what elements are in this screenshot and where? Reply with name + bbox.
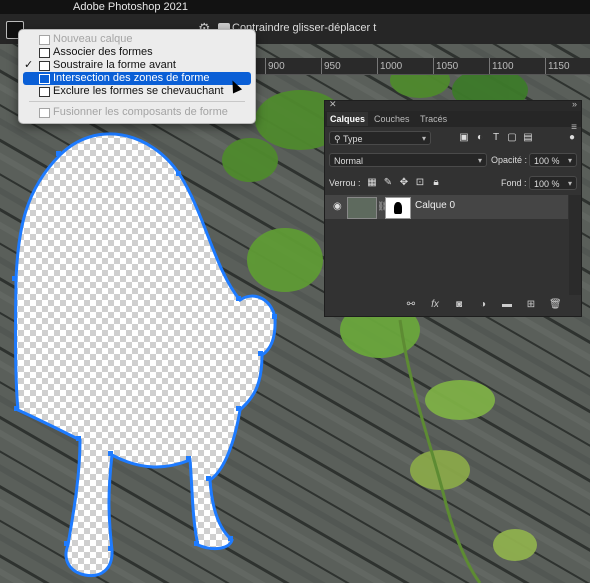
menu-item-intersect-shape-areas[interactable]: Intersection des zones de forme	[23, 72, 251, 85]
layer-name[interactable]: Calque 0	[415, 200, 455, 211]
link-layers-icon[interactable]: ⚯	[405, 299, 417, 311]
lock-position-icon[interactable]: ✥	[399, 178, 409, 188]
path-operations-menu: Nouveau calque Associer des formes ✓ Sou…	[18, 29, 256, 124]
layers-scrollbar[interactable]	[569, 195, 581, 295]
opacity-field[interactable]: 100 % ▾	[529, 153, 577, 167]
subtract-shape-icon	[39, 61, 50, 71]
pixel-filter-icon[interactable]: ▣	[459, 133, 469, 143]
new-layer-icon	[39, 35, 50, 45]
close-icon[interactable]: ✕	[329, 99, 337, 110]
layers-bottom-bar: ⚯ fx ◙ ◑ ▬ ⊞ 🗑︎	[325, 294, 581, 316]
lock-transparent-icon[interactable]: ▦	[367, 178, 377, 188]
panel-tabs: Calques Couches Tracés ≡	[325, 111, 581, 133]
lock-artboard-icon[interactable]: ⊡	[415, 178, 425, 188]
type-filter-icon[interactable]: T	[491, 133, 501, 143]
ruler-tick: 1100	[492, 61, 514, 72]
chevron-down-icon: ▾	[567, 179, 572, 188]
menu-item-new-layer[interactable]: Nouveau calque	[23, 33, 251, 46]
adjustment-layer-icon[interactable]: ◑	[477, 299, 489, 311]
menu-item-subtract-front-shape[interactable]: ✓ Soustraire la forme avant	[23, 59, 251, 72]
checkmark-icon: ✓	[24, 59, 34, 71]
blend-mode-select[interactable]: Normal ▾	[329, 153, 487, 167]
ruler-tick: 1150	[548, 61, 570, 72]
filter-label: Type	[342, 134, 363, 144]
visibility-eye-icon[interactable]: ◉	[333, 201, 342, 212]
vector-mask-thumbnail[interactable]	[385, 197, 411, 219]
add-mask-icon[interactable]: ◙	[453, 299, 465, 311]
smart-object-filter-icon[interactable]: ▤	[523, 133, 533, 143]
shape-filter-icon[interactable]: ▢	[507, 133, 517, 143]
chevron-down-icon: ▾	[421, 134, 426, 143]
exclude-shape-icon	[39, 87, 50, 97]
merge-components-icon	[39, 108, 50, 118]
lock-pixels-icon[interactable]: ✎	[383, 178, 393, 188]
adjustment-filter-icon[interactable]: ◐	[475, 133, 485, 143]
app-title: Adobe Photoshop 2021	[73, 1, 188, 13]
horizontal-ruler: 900 950 1000 1050 1100 1150	[255, 58, 590, 75]
tab-paths[interactable]: Tracés	[417, 112, 450, 126]
panel-header: ✕ »	[325, 99, 581, 111]
title-bar: Adobe Photoshop 2021	[0, 0, 590, 14]
ruler-tick: 900	[268, 61, 285, 72]
layer-thumbnail[interactable]	[347, 197, 377, 219]
collapse-icon[interactable]: »	[572, 99, 577, 109]
chevron-down-icon: ▾	[477, 156, 482, 165]
combine-shapes-icon	[39, 48, 50, 58]
new-layer-icon[interactable]: ⊞	[525, 299, 537, 311]
layers-panel: ✕ » Calques Couches Tracés ≡ ⚲ Type ▾ ▣ …	[324, 99, 582, 317]
blend-mode-value: Normal	[334, 156, 364, 166]
filter-toggle-icon[interactable]: ●	[567, 133, 577, 143]
ruler-tick: 1050	[436, 61, 459, 72]
opacity-label: Opacité :	[491, 155, 528, 165]
fill-value: 100 %	[534, 179, 560, 189]
tab-layers[interactable]: Calques	[327, 112, 369, 126]
trash-icon[interactable]: 🗑︎	[549, 299, 562, 311]
lock-all-icon[interactable]: 🔒︎	[431, 178, 441, 188]
menu-item-merge-components[interactable]: Fusionner les composants de forme	[23, 106, 251, 119]
new-group-icon[interactable]: ▬	[501, 299, 513, 311]
opacity-value: 100 %	[534, 156, 560, 166]
layer-row[interactable]: ◉ ⛓ Calque 0	[325, 195, 568, 219]
fill-label: Fond :	[501, 178, 527, 188]
filter-type-select[interactable]: ⚲ Type ▾	[329, 131, 431, 145]
menu-separator	[29, 101, 245, 102]
search-icon: ⚲	[334, 134, 343, 144]
menu-item-combine-shapes[interactable]: Associer des formes	[23, 46, 251, 59]
intersect-shape-icon	[39, 74, 50, 84]
tab-channels[interactable]: Couches	[371, 112, 413, 126]
menu-item-exclude-overlapping[interactable]: Exclure les formes se chevauchant	[23, 85, 251, 98]
ruler-tick: 1000	[380, 61, 403, 72]
lock-label: Verrou :	[329, 178, 361, 188]
fill-field[interactable]: 100 % ▾	[529, 176, 577, 190]
fx-icon[interactable]: fx	[429, 299, 441, 311]
ruler-tick: 950	[324, 61, 341, 72]
chevron-down-icon: ▾	[567, 156, 572, 165]
